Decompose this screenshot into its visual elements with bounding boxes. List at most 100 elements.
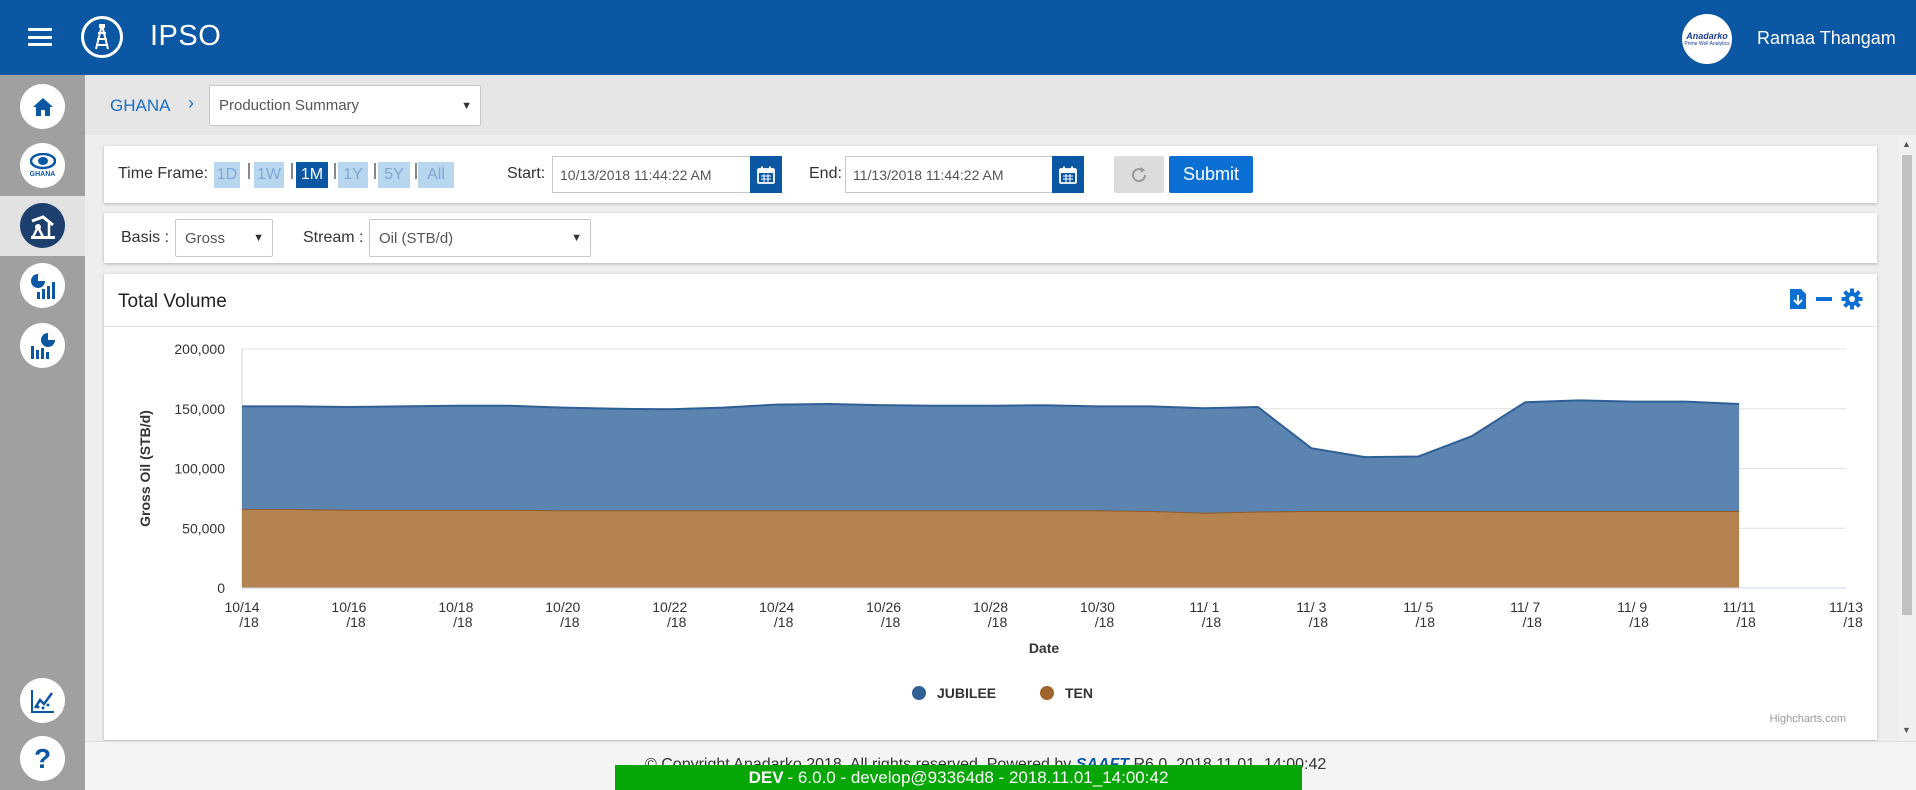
x-tick-label: 11/11/18 <box>1723 599 1756 630</box>
sidebar-item-home[interactable] <box>20 84 65 129</box>
avatar-brand: Anadarko <box>1686 31 1728 41</box>
time-frame-1w[interactable]: 1W <box>254 162 284 188</box>
basis-label: Basis : <box>121 229 170 246</box>
x-tick-label: 11/ 5/18 <box>1403 599 1435 630</box>
total-volume-chart: 0 50,000 100,000 150,000 200,000 10/14/18 10/1… <box>137 341 1863 725</box>
x-tick-label: 10/18/18 <box>438 599 473 630</box>
refresh-icon <box>1132 166 1147 182</box>
scrollbar[interactable]: ▲ ▼ <box>1898 135 1916 741</box>
time-frame-1d[interactable]: 1D <box>214 162 240 188</box>
start-calendar-button[interactable] <box>750 156 782 193</box>
caret-down-icon: ▼ <box>461 99 472 112</box>
time-frame-label: Time Frame: <box>118 165 209 182</box>
x-tick-label: 11/ 1/18 <box>1189 599 1221 630</box>
highcharts-credit: Highcharts.com <box>1770 713 1846 725</box>
sidebar-item-trends[interactable] <box>20 678 65 723</box>
sidebar: GHANA ? <box>0 75 85 790</box>
legend-marker-jubilee <box>912 686 926 700</box>
x-tick-label: 10/14/18 <box>224 599 259 630</box>
basis-select[interactable]: Gross ▼ <box>175 219 273 257</box>
caret-down-icon: ▼ <box>253 232 264 244</box>
x-tick-label: 11/13/18 <box>1829 599 1863 630</box>
env-banner: DEV - 6.0.0 - develop@93364d8 - 2018.11.… <box>615 765 1302 790</box>
trend-chart-icon <box>30 689 54 713</box>
y-tick-label: 50,000 <box>182 520 225 536</box>
time-frame-1m[interactable]: 1M <box>296 162 328 188</box>
sidebar-item-ghana[interactable]: GHANA <box>20 143 65 188</box>
time-frame-divider <box>374 163 376 179</box>
view-select[interactable]: Production Summary ▼ <box>209 85 481 126</box>
time-frame-all[interactable]: All <box>418 162 454 188</box>
scroll-up-icon[interactable]: ▲ <box>1902 139 1911 149</box>
env-label: DEV <box>748 767 784 787</box>
stream-select-value: Oil (STB/d) <box>379 229 454 247</box>
analytics-chart-icon <box>30 273 55 299</box>
refresh-button[interactable] <box>1114 156 1164 193</box>
x-tick-label: 11/ 3/18 <box>1296 599 1328 630</box>
time-frame-1y[interactable]: 1Y <box>338 162 368 188</box>
y-tick-label: 200,000 <box>174 341 225 357</box>
breadcrumb-root[interactable]: GHANA <box>110 96 170 116</box>
legend-label-jubilee: JUBILEE <box>937 685 996 701</box>
end-label: End: <box>809 165 842 182</box>
y-tick-label: 100,000 <box>174 461 225 477</box>
x-tick-label: 10/20/18 <box>545 599 580 630</box>
user-name[interactable]: Ramaa Thangam <box>1757 28 1896 49</box>
x-tick-label: 10/24/18 <box>759 599 794 630</box>
x-tick-label: 11/ 9/18 <box>1617 599 1649 630</box>
x-tick-label: 10/22/18 <box>652 599 687 630</box>
scroll-down-icon[interactable]: ▼ <box>1902 725 1911 735</box>
time-frame-divider <box>415 163 417 179</box>
avatar-tag: Prime Well Analytics <box>1684 41 1730 47</box>
legend-marker-ten <box>1040 686 1054 700</box>
end-date-input[interactable]: 11/13/2018 11:44:22 AM <box>845 156 1055 193</box>
sidebar-item-analytics[interactable] <box>20 263 65 308</box>
caret-down-icon: ▼ <box>571 232 582 244</box>
calendar-icon <box>757 166 775 184</box>
home-icon <box>32 97 53 116</box>
start-date-input[interactable]: 10/13/2018 11:44:22 AM <box>552 156 752 193</box>
breadcrumb: GHANA › Production Summary ▼ <box>85 75 1916 135</box>
x-tick-label: 10/30/18 <box>1080 599 1115 630</box>
sidebar-item-production[interactable] <box>20 203 65 248</box>
y-tick-label: 0 <box>217 580 225 596</box>
ghana-icon <box>29 153 56 170</box>
end-calendar-button[interactable] <box>1052 156 1084 193</box>
time-frame-divider <box>291 163 293 179</box>
sidebar-item-reports[interactable] <box>20 323 65 368</box>
sidebar-item-help[interactable]: ? <box>20 736 65 781</box>
x-tick-label: 10/16/18 <box>331 599 366 630</box>
help-icon: ? <box>33 742 52 774</box>
time-frame-panel: Time Frame: 1D 1W 1M 1Y 5Y All Start: 10… <box>104 146 1877 203</box>
top-bar: IPSO Anadarko Prime Well Analytics Ramaa… <box>0 0 1916 75</box>
x-tick-label: 10/26/18 <box>866 599 901 630</box>
chart-panel: Total Volume 0 50,000 100,000 150,000 20… <box>104 274 1877 740</box>
time-frame-5y[interactable]: 5Y <box>378 162 410 188</box>
app-logo-icon <box>81 16 123 58</box>
reports-chart-icon <box>30 332 55 359</box>
y-axis-title: Gross Oil (STB/d) <box>137 410 153 527</box>
build-info: - 6.0.0 - develop@93364d8 - 2018.11.01_1… <box>787 767 1169 787</box>
basis-select-value: Gross <box>185 229 226 247</box>
time-frame-divider <box>334 163 336 179</box>
x-tick-label: 10/28/18 <box>973 599 1008 630</box>
oil-pump-icon <box>30 214 55 239</box>
stream-label: Stream : <box>303 229 364 246</box>
app-title: IPSO <box>150 20 222 52</box>
x-tick-label: 11/ 7/18 <box>1510 599 1542 630</box>
menu-icon[interactable] <box>28 28 52 46</box>
chevron-right-icon: › <box>188 93 194 113</box>
submit-button[interactable]: Submit <box>1169 156 1253 193</box>
view-select-value: Production Summary <box>219 97 360 114</box>
x-axis-title: Date <box>1029 640 1060 656</box>
series-area-ten <box>242 509 1740 588</box>
start-label: Start: <box>507 165 546 182</box>
ghana-label: GHANA <box>29 171 56 178</box>
calendar-icon <box>1059 166 1077 184</box>
series-area-jubilee <box>242 400 1740 513</box>
stream-select[interactable]: Oil (STB/d) ▼ <box>369 219 591 257</box>
basis-stream-panel: Basis : Gross ▼ Stream : Oil (STB/d) ▼ <box>104 213 1877 263</box>
time-frame-divider <box>248 163 250 179</box>
scroll-thumb[interactable] <box>1902 155 1912 615</box>
avatar[interactable]: Anadarko Prime Well Analytics <box>1682 14 1732 64</box>
